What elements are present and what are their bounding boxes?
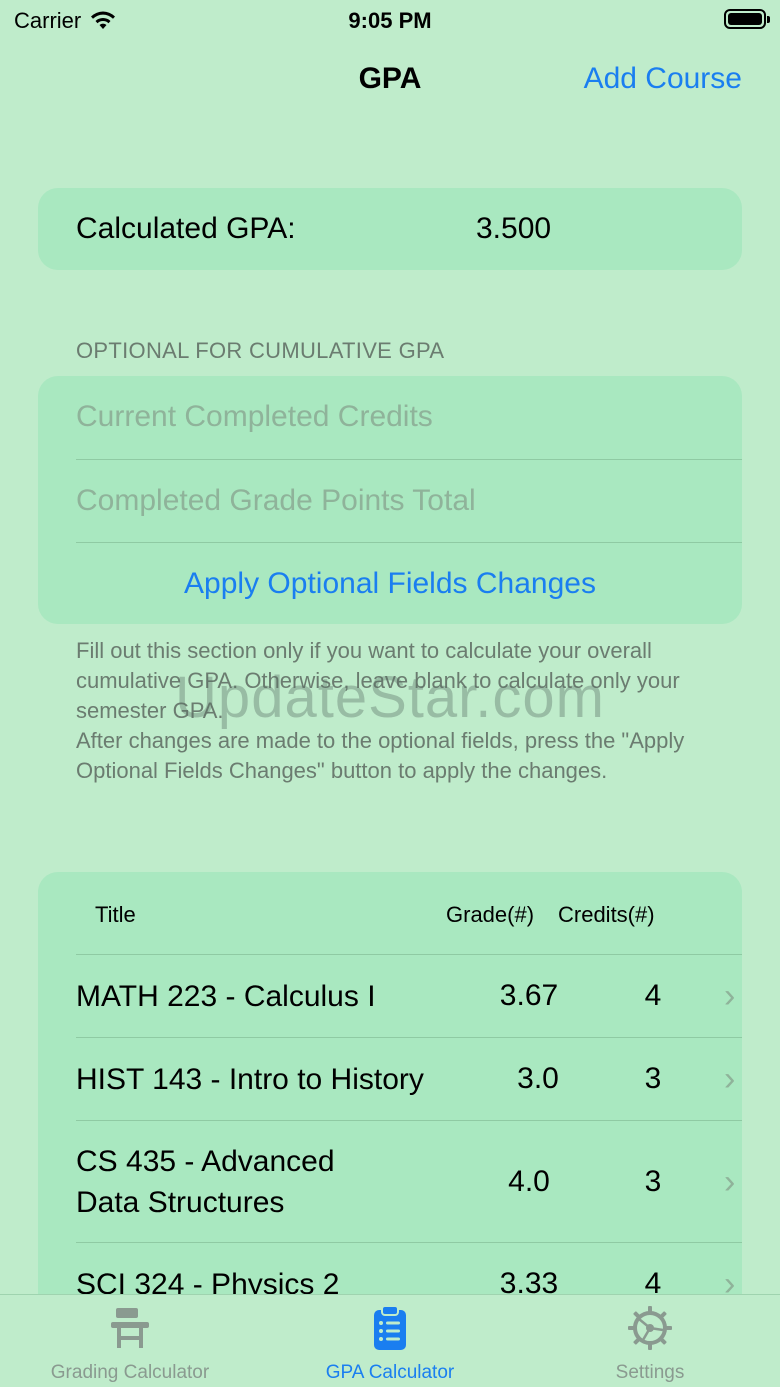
apply-row: Apply Optional Fields Changes	[76, 542, 742, 625]
tab-grading-calculator[interactable]: Grading Calculator	[0, 1295, 260, 1387]
course-credits: 4	[644, 979, 662, 1012]
column-header-grade: Grade(#)	[446, 902, 535, 927]
completed-credits-input[interactable]	[76, 376, 716, 458]
tab-label: GPA Calculator	[325, 1362, 455, 1383]
add-course-button[interactable]: Add Course	[584, 62, 742, 96]
school-desk-icon	[111, 1308, 149, 1348]
course-row[interactable]: CS 435 - Advanced Data Structures 4.0 3 …	[76, 1120, 742, 1242]
completed-credits-row	[76, 376, 742, 459]
optional-section-header: OPTIONAL FOR CUMULATIVE GPA	[76, 338, 445, 363]
tab-label: Settings	[615, 1362, 685, 1383]
course-credits: 3	[644, 1062, 662, 1095]
gear-icon	[628, 1306, 672, 1350]
course-title: MATH 223 - Calculus I	[76, 980, 376, 1013]
tab-gpa-calculator[interactable]: GPA Calculator	[260, 1295, 520, 1387]
apply-optional-fields-button[interactable]: Apply Optional Fields Changes	[38, 567, 742, 601]
calculated-gpa-value: 3.500	[476, 212, 552, 245]
course-grade: 4.0	[508, 1165, 550, 1198]
chevron-right-icon: ›	[724, 1060, 736, 1098]
course-title: CS 435 - Advanced Data Structures	[76, 1145, 335, 1219]
course-grade: 3.0	[517, 1062, 559, 1095]
chevron-right-icon: ›	[724, 1163, 736, 1201]
course-row[interactable]: HIST 143 - Intro to History 3.0 3 ›	[76, 1037, 742, 1120]
battery-icon	[724, 9, 770, 29]
battery-fill	[728, 13, 762, 25]
calculated-gpa-card: Calculated GPA: 3.500	[38, 188, 742, 270]
status-bar: Carrier 9:05 PM	[0, 0, 780, 40]
tab-settings[interactable]: Settings	[520, 1295, 780, 1387]
course-title: HIST 143 - Intro to History	[76, 1063, 424, 1096]
course-grade: 3.67	[499, 979, 559, 1012]
watermark-text: UpdateStar.com	[175, 665, 605, 730]
calculated-gpa-label: Calculated GPA:	[76, 212, 296, 245]
tab-bar: Grading Calculator GPA Calculator Settin…	[0, 1294, 780, 1387]
optional-fields-card: Apply Optional Fields Changes	[38, 376, 742, 624]
column-header-title: Title	[95, 902, 136, 927]
course-credits: 3	[644, 1165, 662, 1198]
column-header-credits: Credits(#)	[558, 902, 655, 927]
grade-points-input[interactable]	[76, 460, 716, 542]
clipboard-list-icon	[374, 1305, 406, 1350]
grade-points-row	[76, 459, 742, 542]
tab-label: Grading Calculator	[50, 1362, 210, 1383]
battery-nub	[767, 16, 770, 23]
course-row[interactable]: MATH 223 - Calculus I 3.67 4 ›	[76, 954, 742, 1037]
chevron-right-icon: ›	[724, 977, 736, 1015]
status-time: 9:05 PM	[348, 8, 432, 33]
footer-line-2: After changes are made to the optional f…	[76, 728, 685, 783]
